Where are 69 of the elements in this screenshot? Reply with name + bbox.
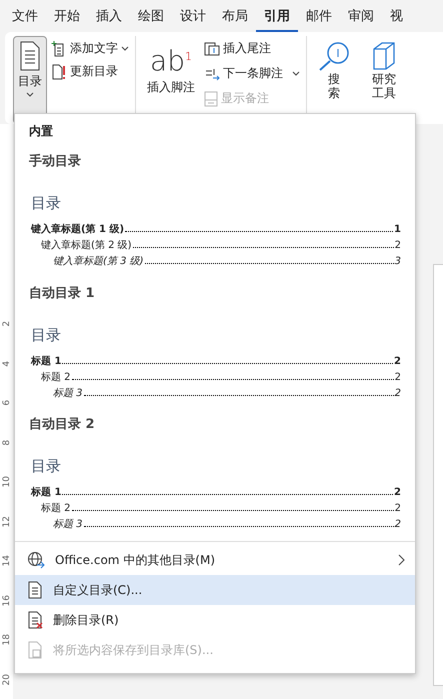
next-footnote-button[interactable]: 下一条脚注 xyxy=(204,65,300,82)
toc-entry: 键入章标题(第 2 级) xyxy=(41,239,132,253)
menu-section-heading: 内置 xyxy=(28,123,54,140)
toc-preview-heading: 目录 xyxy=(31,194,62,213)
toc-preview-heading: 目录 xyxy=(31,457,62,476)
ruler-number: 8 xyxy=(0,438,12,448)
caret-icon xyxy=(121,46,129,52)
toc-entry: 标题 1 xyxy=(31,486,62,500)
toc-preview-heading: 目录 xyxy=(31,326,62,345)
caret-icon xyxy=(26,92,34,98)
gallery-item-title[interactable]: 手动目录 xyxy=(29,152,401,170)
chevron-icon xyxy=(397,554,405,566)
document-icon xyxy=(19,41,41,71)
document-save-icon xyxy=(27,641,43,660)
caret-icon xyxy=(292,70,300,76)
toc-entry: 标题 3 xyxy=(53,386,83,401)
menu-item[interactable]: Office.com 中的其他目录(M) xyxy=(15,545,415,576)
document-delete-icon xyxy=(27,611,43,630)
ribbon-tab[interactable]: 审阅 xyxy=(340,0,382,32)
search-icon xyxy=(318,41,350,71)
toc-entry: 标题 3 xyxy=(53,518,83,532)
ruler-number: 18 xyxy=(0,633,12,646)
page-number: 2 xyxy=(394,518,401,532)
research-tools-button[interactable]: 研究工具 xyxy=(365,36,403,124)
page-number: 2 xyxy=(394,354,401,369)
search-button[interactable]: 搜索 xyxy=(313,36,355,124)
ruler-number: 20 xyxy=(0,672,12,686)
toc-entry: 标题 1 xyxy=(31,354,62,369)
endnote-icon xyxy=(204,42,220,56)
update-toc-button[interactable]: 更新目录 xyxy=(51,63,129,80)
toc-entry: 键入章标题(第 1 级) xyxy=(31,223,124,237)
next-footnote-icon xyxy=(204,66,220,80)
ribbon-tab[interactable]: 插入 xyxy=(88,0,130,32)
gallery-item-title[interactable]: 自动目录 2 xyxy=(29,415,401,434)
ribbon-tab[interactable]: 引用 xyxy=(256,0,298,32)
insert-endnote-button[interactable]: 插入尾注 xyxy=(204,40,300,57)
ribbon-tab[interactable]: 设计 xyxy=(172,0,214,32)
ribbon-tab[interactable]: 布局 xyxy=(214,0,256,32)
page-number: 2 xyxy=(394,239,401,253)
gallery-item-title[interactable]: 自动目录 1 xyxy=(29,284,401,302)
add-text-button[interactable]: 添加文字 xyxy=(51,40,129,57)
menu-item[interactable]: 自定义目录(C)... xyxy=(15,575,415,606)
toc-entry: 键入章标题(第 3 级) xyxy=(53,255,144,269)
menu-item[interactable]: 删除目录(R) xyxy=(15,605,415,636)
toc-entry: 标题 2 xyxy=(41,502,71,516)
page-number: 2 xyxy=(394,370,401,385)
ruler-number: 14 xyxy=(0,554,12,568)
update-document-icon xyxy=(51,64,67,80)
document-icon xyxy=(27,581,43,600)
ruler-number: 12 xyxy=(0,514,12,528)
ruler-number: 4 xyxy=(0,359,12,368)
ribbon-tab[interactable]: 绘图 xyxy=(130,0,172,32)
toc-entry: 标题 2 xyxy=(41,370,71,385)
page-number: 1 xyxy=(394,223,401,237)
globe-icon xyxy=(27,551,45,570)
ruler-number: 16 xyxy=(0,594,12,607)
page-number: 3 xyxy=(394,255,401,269)
ruler-number: 2 xyxy=(0,320,12,329)
ribbon-tab[interactable]: 文件 xyxy=(4,0,46,32)
insert-footnote-button[interactable]: ab$^{1}$ 插入脚注 xyxy=(142,36,200,124)
page-number: 2 xyxy=(394,486,401,500)
notes-icon xyxy=(204,90,218,106)
ribbon-tab[interactable]: 邮件 xyxy=(298,0,340,32)
ribbon-tab[interactable]: 视 xyxy=(382,0,411,32)
ribbon-tab[interactable]: 开始 xyxy=(46,0,88,32)
ruler-number: 6 xyxy=(0,398,12,408)
page-number: 2 xyxy=(394,386,401,401)
ruler-number: 10 xyxy=(0,475,12,488)
page-number: 2 xyxy=(394,502,401,516)
